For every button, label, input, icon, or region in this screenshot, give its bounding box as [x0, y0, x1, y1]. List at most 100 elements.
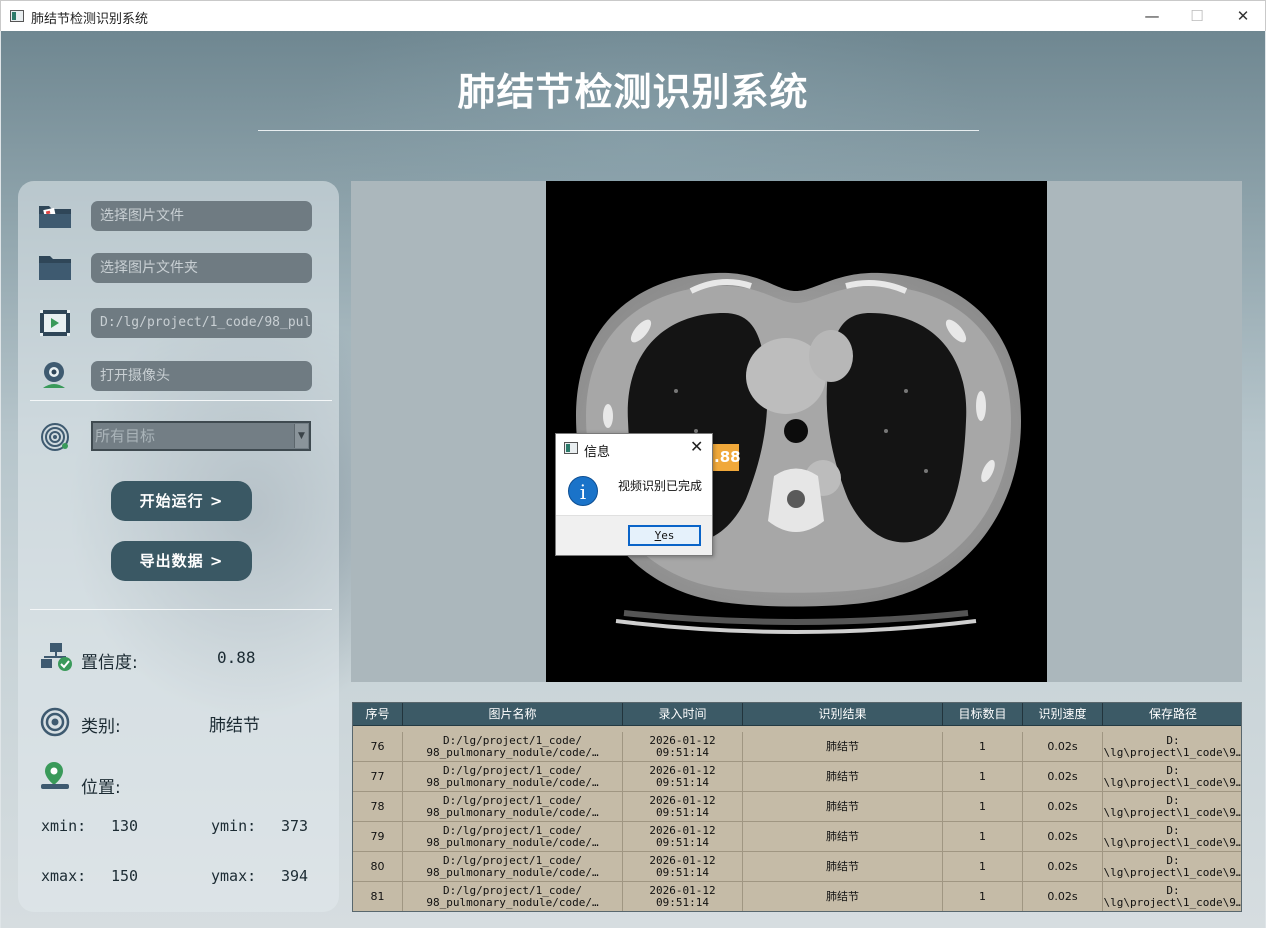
table-row[interactable]: 81 D:/lg/project/1_code/ 98_pulmonary_nod…	[353, 882, 1242, 911]
ct-scan-image	[546, 181, 1047, 682]
target-icon	[41, 423, 69, 451]
table-cell: 79	[353, 822, 403, 852]
table-cell: D:/lg/project/1_code/ 98_pulmonary_nodul…	[403, 822, 623, 852]
table-cell: 肺结节	[743, 792, 943, 822]
start-button[interactable]: 开始运行 >	[111, 481, 252, 521]
table-cell: 0.02s	[1023, 792, 1103, 822]
table-cell: 0.02s	[1023, 882, 1103, 911]
class-value: 肺结节	[209, 716, 260, 736]
table-cell: 2026-01-12 09:51:14	[623, 792, 743, 822]
video-path-input[interactable]: D:/lg/project/1_code/98_pulmonary_nodule…	[91, 308, 312, 338]
table-cell: D:/lg/project/1_code/ 98_pulmonary_nodul…	[403, 852, 623, 882]
table-cell: 76	[353, 732, 403, 762]
table-cell: D:/lg/project/1_code/ 98_pulmonary_nodul…	[403, 762, 623, 792]
table-cell: D: \lg\project\1_code\9…	[1103, 884, 1242, 909]
chevron-down-icon[interactable]: ▼	[294, 424, 308, 448]
table-cell: 肺结节	[743, 882, 943, 911]
table-row[interactable]: 76 D:/lg/project/1_code/ 98_pulmonary_nod…	[353, 732, 1242, 762]
table-cell: 80	[353, 852, 403, 882]
yes-button[interactable]: Yes	[628, 525, 701, 546]
confidence-icon	[41, 643, 72, 671]
table-cell: 2026-01-12 09:51:14	[623, 822, 743, 852]
window-titlebar: 肺结节检测识别系统 — ☐ ✕	[0, 0, 1266, 31]
table-cell: D: \lg\project\1_code\9…	[1103, 794, 1242, 819]
yes-button-label: es	[661, 529, 675, 542]
xmax-label: xmax:	[41, 867, 87, 885]
dialog-app-icon	[564, 442, 578, 454]
table-cell: 肺结节	[743, 732, 943, 762]
table-cell: 2026-01-12 09:51:14	[623, 762, 743, 792]
table-cell: 2026-01-12 09:51:14	[623, 882, 743, 911]
table-cell: 肺结节	[743, 852, 943, 882]
table-cell: D:/lg/project/1_code/ 98_pulmonary_nodul…	[403, 732, 623, 762]
table-cell: 0.02s	[1023, 852, 1103, 882]
table-cell: D:/lg/project/1_code/ 98_pulmonary_nodul…	[403, 882, 623, 911]
table-cell: D: \lg\project\1_code\9…	[1103, 854, 1242, 879]
ymax-label: ymax:	[211, 867, 257, 885]
ymin-value: 373	[281, 817, 309, 835]
table-cell: D: \lg\project\1_code\9…	[1103, 764, 1242, 789]
info-dialog: 信息 ✕ i 视频识别已完成 Yes	[555, 433, 713, 556]
confidence-value: 0.88	[217, 648, 256, 667]
panel-divider	[30, 400, 332, 401]
table-cell: 81	[353, 882, 403, 911]
camera-icon[interactable]	[38, 360, 72, 390]
image-folder-icon[interactable]	[38, 200, 72, 230]
column-header[interactable]: 识别结果	[743, 703, 943, 726]
table-cell: 1	[943, 732, 1023, 762]
xmin-value: 130	[111, 817, 139, 835]
confidence-label: 置信度:	[81, 653, 138, 673]
column-header[interactable]: 录入时间	[623, 703, 743, 726]
image-display-area: .88	[351, 181, 1242, 682]
position-label: 位置:	[81, 778, 121, 798]
xmin-label: xmin:	[41, 817, 87, 835]
table-cell: 1	[943, 822, 1023, 852]
table-cell: D: \lg\project\1_code\9…	[1103, 734, 1242, 759]
table-cell: 1	[943, 882, 1023, 911]
table-cell: 2026-01-12 09:51:14	[623, 852, 743, 882]
page-title: 肺结节检测识别系统	[457, 70, 809, 114]
table-cell: 0.02s	[1023, 822, 1103, 852]
table-cell: 2026-01-12 09:51:14	[623, 732, 743, 762]
column-header[interactable]: 保存路径	[1103, 703, 1241, 726]
table-cell: D: \lg\project\1_code\9…	[1103, 824, 1242, 849]
class-label: 类别:	[81, 717, 121, 737]
dialog-message: 视频识别已完成	[618, 479, 703, 493]
ymin-label: ymin:	[211, 817, 257, 835]
video-icon[interactable]	[38, 308, 72, 338]
column-header[interactable]: 图片名称	[403, 703, 623, 726]
target-select[interactable]: 所有目标 ▼	[91, 421, 311, 451]
column-header[interactable]: 目标数目	[943, 703, 1023, 726]
table-cell: 78	[353, 792, 403, 822]
info-icon: i	[568, 476, 598, 506]
image-folder-input[interactable]: 选择图片文件夹	[91, 253, 312, 283]
column-header[interactable]: 序号	[353, 703, 403, 726]
column-header[interactable]: 识别速度	[1023, 703, 1103, 726]
table-cell: 1	[943, 852, 1023, 882]
control-panel: 选择图片文件 选择图片文件夹 D:/lg/project/1_code/98_p…	[18, 181, 339, 912]
panel-divider	[30, 609, 332, 610]
table-cell: 0.02s	[1023, 732, 1103, 762]
table-row[interactable]: 77 D:/lg/project/1_code/ 98_pulmonary_nod…	[353, 762, 1242, 792]
dialog-close-icon[interactable]: ✕	[690, 437, 703, 456]
table-cell: 1	[943, 762, 1023, 792]
target-select-value: 所有目标	[95, 427, 156, 445]
table-cell: D:/lg/project/1_code/ 98_pulmonary_nodul…	[403, 792, 623, 822]
main-content: 肺结节检测识别系统 选择图片文件 选择图片文件夹 D:/lg/project/1…	[1, 31, 1265, 928]
image-file-input[interactable]: 选择图片文件	[91, 201, 312, 231]
table-cell: 肺结节	[743, 822, 943, 852]
app-icon	[10, 10, 24, 22]
export-button[interactable]: 导出数据 >	[111, 541, 252, 581]
table-cell: 1	[943, 792, 1023, 822]
table-row[interactable]: 79 D:/lg/project/1_code/ 98_pulmonary_nod…	[353, 822, 1242, 852]
minimize-button[interactable]: —	[1129, 1, 1175, 32]
close-button[interactable]: ✕	[1220, 1, 1266, 32]
window-title: 肺结节检测识别系统	[31, 12, 149, 27]
camera-input[interactable]: 打开摄像头	[91, 361, 312, 391]
table-cell: 0.02s	[1023, 762, 1103, 792]
table-row[interactable]: 80 D:/lg/project/1_code/ 98_pulmonary_nod…	[353, 852, 1242, 882]
dialog-footer: Yes	[556, 515, 712, 555]
maximize-button[interactable]: ☐	[1174, 1, 1220, 32]
folder-icon[interactable]	[38, 252, 72, 282]
table-row[interactable]: 78 D:/lg/project/1_code/ 98_pulmonary_nod…	[353, 792, 1242, 822]
